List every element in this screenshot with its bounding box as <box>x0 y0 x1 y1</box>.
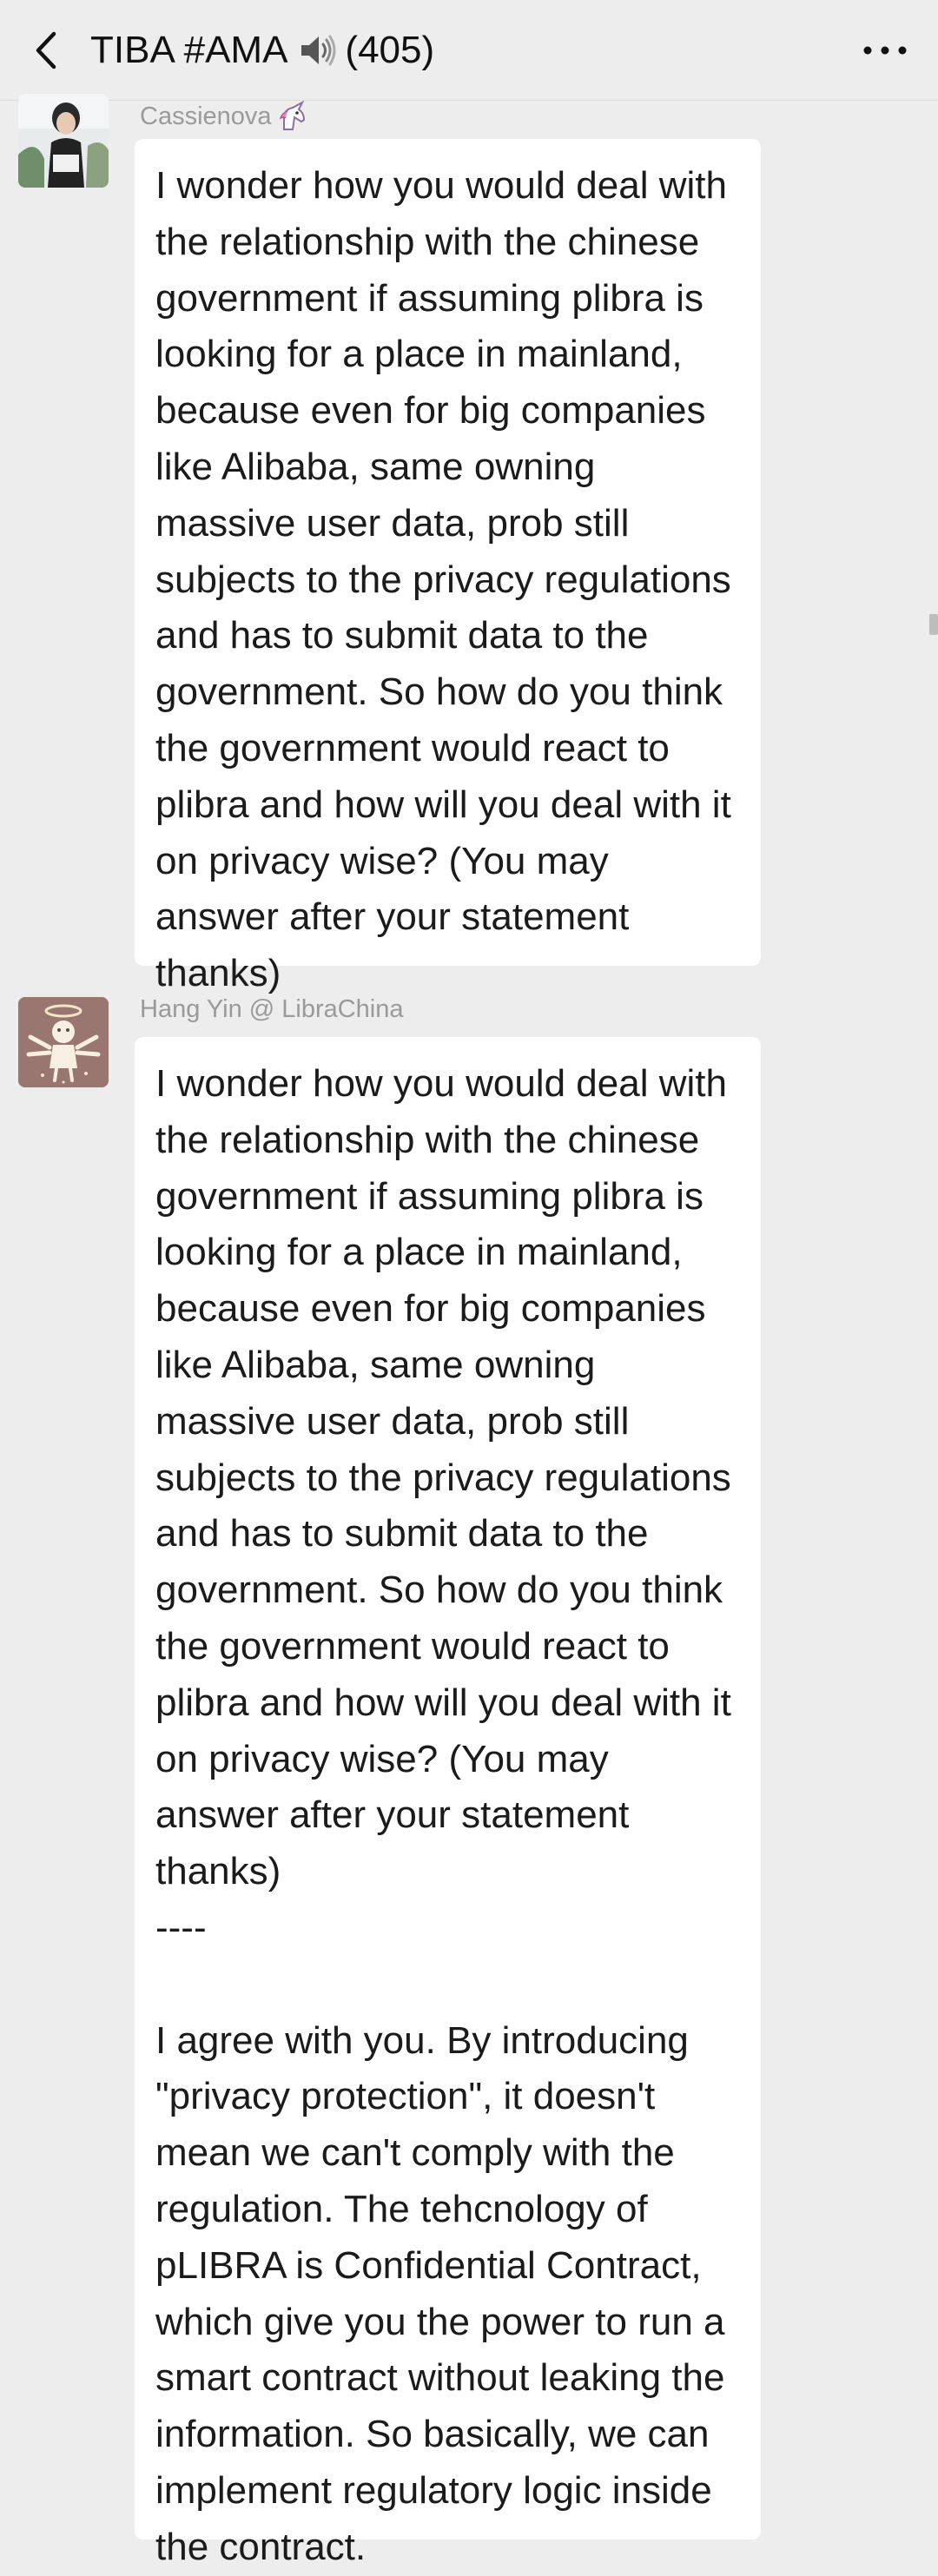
chat-message: Cassienova I wonder how you would deal w… <box>0 94 938 994</box>
message-bubble[interactable]: I wonder how you would deal with the rel… <box>135 1037 761 2568</box>
angel-avatar <box>18 997 109 1087</box>
chat-header: TIBA #AMA (405) <box>0 0 938 101</box>
sender-avatar[interactable] <box>18 997 109 1087</box>
more-icon <box>863 46 907 55</box>
chat-title-text: TIBA #AMA <box>90 29 288 71</box>
message-bubble[interactable]: I wonder how you would deal with the rel… <box>135 139 761 994</box>
scroll-indicator[interactable] <box>929 614 938 635</box>
unicorn-icon <box>279 101 305 130</box>
chevron-left-icon <box>36 31 56 69</box>
chat-title: TIBA #AMA (405) <box>90 0 434 101</box>
sender-avatar[interactable] <box>18 94 109 188</box>
speaker-icon <box>293 27 340 74</box>
sender-name: Cassienova <box>140 101 310 132</box>
chat-message: Hang Yin @ LibraChina I wonder how you w… <box>0 995 938 2568</box>
more-button[interactable] <box>855 23 915 78</box>
sender-name-text: Cassienova <box>140 102 272 130</box>
member-count: (405) <box>345 29 435 71</box>
sender-name: Hang Yin @ LibraChina <box>140 995 404 1024</box>
avatar-photo <box>18 94 109 188</box>
back-button[interactable] <box>19 23 75 78</box>
sender-name-text: Hang Yin @ LibraChina <box>140 995 404 1023</box>
